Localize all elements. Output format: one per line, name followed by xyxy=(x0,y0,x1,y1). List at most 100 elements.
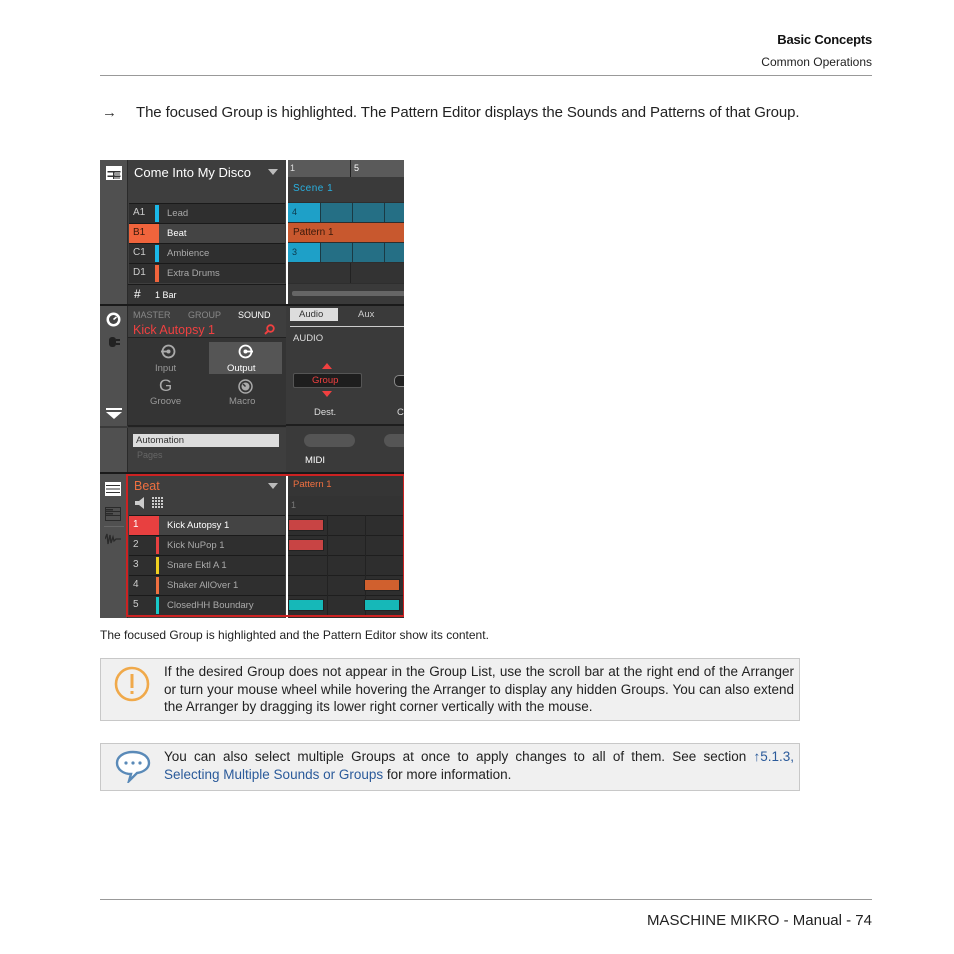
midi-slot-1[interactable] xyxy=(304,434,355,447)
pattern-header[interactable]: Pattern 1 xyxy=(288,474,404,496)
note-event[interactable] xyxy=(288,519,324,531)
sound-number: 1 xyxy=(133,519,139,530)
groove-icon: G xyxy=(159,376,173,395)
step-col-divider xyxy=(365,555,366,575)
note-event[interactable] xyxy=(364,599,400,611)
speaker-icon[interactable] xyxy=(135,497,147,509)
midi-slot-2[interactable] xyxy=(384,434,404,447)
sound-color-swatch xyxy=(156,537,159,554)
group-row[interactable]: C1 Ambience xyxy=(129,243,285,263)
decrement-arrow-icon[interactable] xyxy=(322,391,332,397)
note-event[interactable] xyxy=(364,579,400,591)
sound-color-swatch xyxy=(156,597,159,614)
group-row[interactable]: B1 Beat xyxy=(129,223,285,243)
page-selector: Input Output G Groove Macro xyxy=(128,337,286,427)
midi-panel: MIDI xyxy=(286,428,404,472)
clip-beat[interactable]: Pattern 1 xyxy=(288,223,404,242)
note-event[interactable] xyxy=(288,599,324,611)
group-color-swatch xyxy=(155,205,159,222)
step-col-divider xyxy=(365,515,366,535)
arranger-view-icon[interactable] xyxy=(106,166,122,180)
group-id: B1 xyxy=(133,227,146,238)
arranger-ruler[interactable] xyxy=(288,160,404,177)
tab-group[interactable]: GROUP xyxy=(188,310,221,320)
arrow-icon: → xyxy=(102,104,117,121)
clip-ambience[interactable]: 3 xyxy=(288,243,404,262)
page-macro[interactable]: Macro xyxy=(209,378,282,412)
footer-divider xyxy=(100,899,872,900)
automation-tab[interactable]: Automation xyxy=(133,434,279,447)
ruler-bar-1: 1 xyxy=(290,163,296,173)
warning-text: If the desired Group does not appear in … xyxy=(164,664,794,714)
group-name: Lead xyxy=(167,208,189,219)
speech-bubble-icon xyxy=(115,750,151,783)
project-name[interactable]: Come Into My Disco xyxy=(134,165,251,180)
sound-row[interactable]: 4 Shaker AllOver 1 xyxy=(129,575,285,595)
page-input[interactable]: Input xyxy=(131,342,206,376)
group-name: Beat xyxy=(167,228,187,239)
param-tab-audio[interactable]: Audio xyxy=(290,308,338,321)
param-tab-aux[interactable]: Aux xyxy=(358,309,374,320)
length-label[interactable]: 1 Bar xyxy=(155,290,177,300)
group-color-swatch xyxy=(155,245,159,262)
sound-row[interactable]: 2 Kick NuPop 1 xyxy=(129,535,285,555)
group-row[interactable]: D1 Extra Drums xyxy=(129,263,285,283)
knob-partial[interactable] xyxy=(394,375,404,387)
sound-row[interactable]: 1 Kick Autopsy 1 xyxy=(129,515,285,535)
step-col-divider xyxy=(327,515,328,535)
grid-icon[interactable]: # xyxy=(134,287,141,301)
group-row[interactable]: A1 Lead xyxy=(129,203,285,223)
sound-row[interactable]: 3 Snare Ektl A 1 xyxy=(129,555,285,575)
sound-name: ClosedHH Boundary xyxy=(167,600,254,611)
chapter-title: Basic Concepts xyxy=(777,32,872,47)
header-divider xyxy=(100,75,872,76)
sound-color-swatch xyxy=(156,557,159,574)
sound-name: Kick NuPop 1 xyxy=(167,540,225,551)
knob-icon[interactable] xyxy=(106,312,121,327)
chevron-down-icon[interactable] xyxy=(268,169,278,175)
section-ref-link[interactable]: ↑5.1.3, xyxy=(753,749,794,764)
automation-sidebar xyxy=(100,428,128,472)
increment-arrow-icon[interactable] xyxy=(322,363,332,369)
step-row-divider xyxy=(288,535,404,536)
sound-number: 5 xyxy=(133,599,139,610)
list-view-icon[interactable] xyxy=(105,482,121,496)
tab-master[interactable]: MASTER xyxy=(133,310,171,320)
keyboard-view-icon[interactable] xyxy=(105,507,121,521)
page-groove[interactable]: G Groove xyxy=(131,376,206,412)
sound-row[interactable]: 5 ClosedHH Boundary xyxy=(129,595,285,615)
group-menu-chevron-icon[interactable] xyxy=(268,483,278,489)
audio-section-label: AUDIO xyxy=(293,333,324,344)
dest-label: Dest. xyxy=(314,407,337,418)
search-icon[interactable] xyxy=(264,324,275,335)
tab-sound[interactable]: SOUND xyxy=(238,310,271,320)
dest-selector[interactable]: Group xyxy=(293,373,362,388)
warning-note: If the desired Group does not appear in … xyxy=(100,658,800,721)
scene-name: Scene 1 xyxy=(293,183,334,194)
waveform-icon[interactable] xyxy=(105,532,121,546)
step-row-divider xyxy=(288,595,404,596)
step-row-divider xyxy=(288,515,404,516)
note-event[interactable] xyxy=(288,539,324,551)
plug-icon[interactable] xyxy=(107,336,121,348)
pattern-sidebar xyxy=(100,474,128,618)
tip-note: You can also select multiple Groups at o… xyxy=(100,743,800,791)
pages-label: Pages xyxy=(137,450,163,460)
group-name: Ambience xyxy=(167,248,210,259)
sound-number: 4 xyxy=(133,579,139,590)
output-icon xyxy=(238,344,253,359)
pattern-ruler[interactable]: 1 xyxy=(288,496,404,515)
clip-lead[interactable]: 4 xyxy=(288,203,404,222)
sound-name: Snare Ektl A 1 xyxy=(167,560,227,571)
sound-name[interactable]: Kick Autopsy 1 xyxy=(133,323,215,337)
group-name[interactable]: Beat xyxy=(134,479,160,493)
page-output[interactable]: Output xyxy=(209,342,282,374)
section-title-link[interactable]: Selecting Multiple Sounds or Groups xyxy=(164,767,383,782)
sound-number: 3 xyxy=(133,559,139,570)
scene-slot[interactable]: Scene 1 xyxy=(288,177,404,202)
collapse-arrow-icon[interactable] xyxy=(106,408,122,420)
arranger-scrollbar[interactable] xyxy=(288,284,404,304)
clip-extra-drums[interactable] xyxy=(288,263,404,283)
pad-grid-icon[interactable] xyxy=(152,497,164,509)
sound-number: 2 xyxy=(133,539,139,550)
